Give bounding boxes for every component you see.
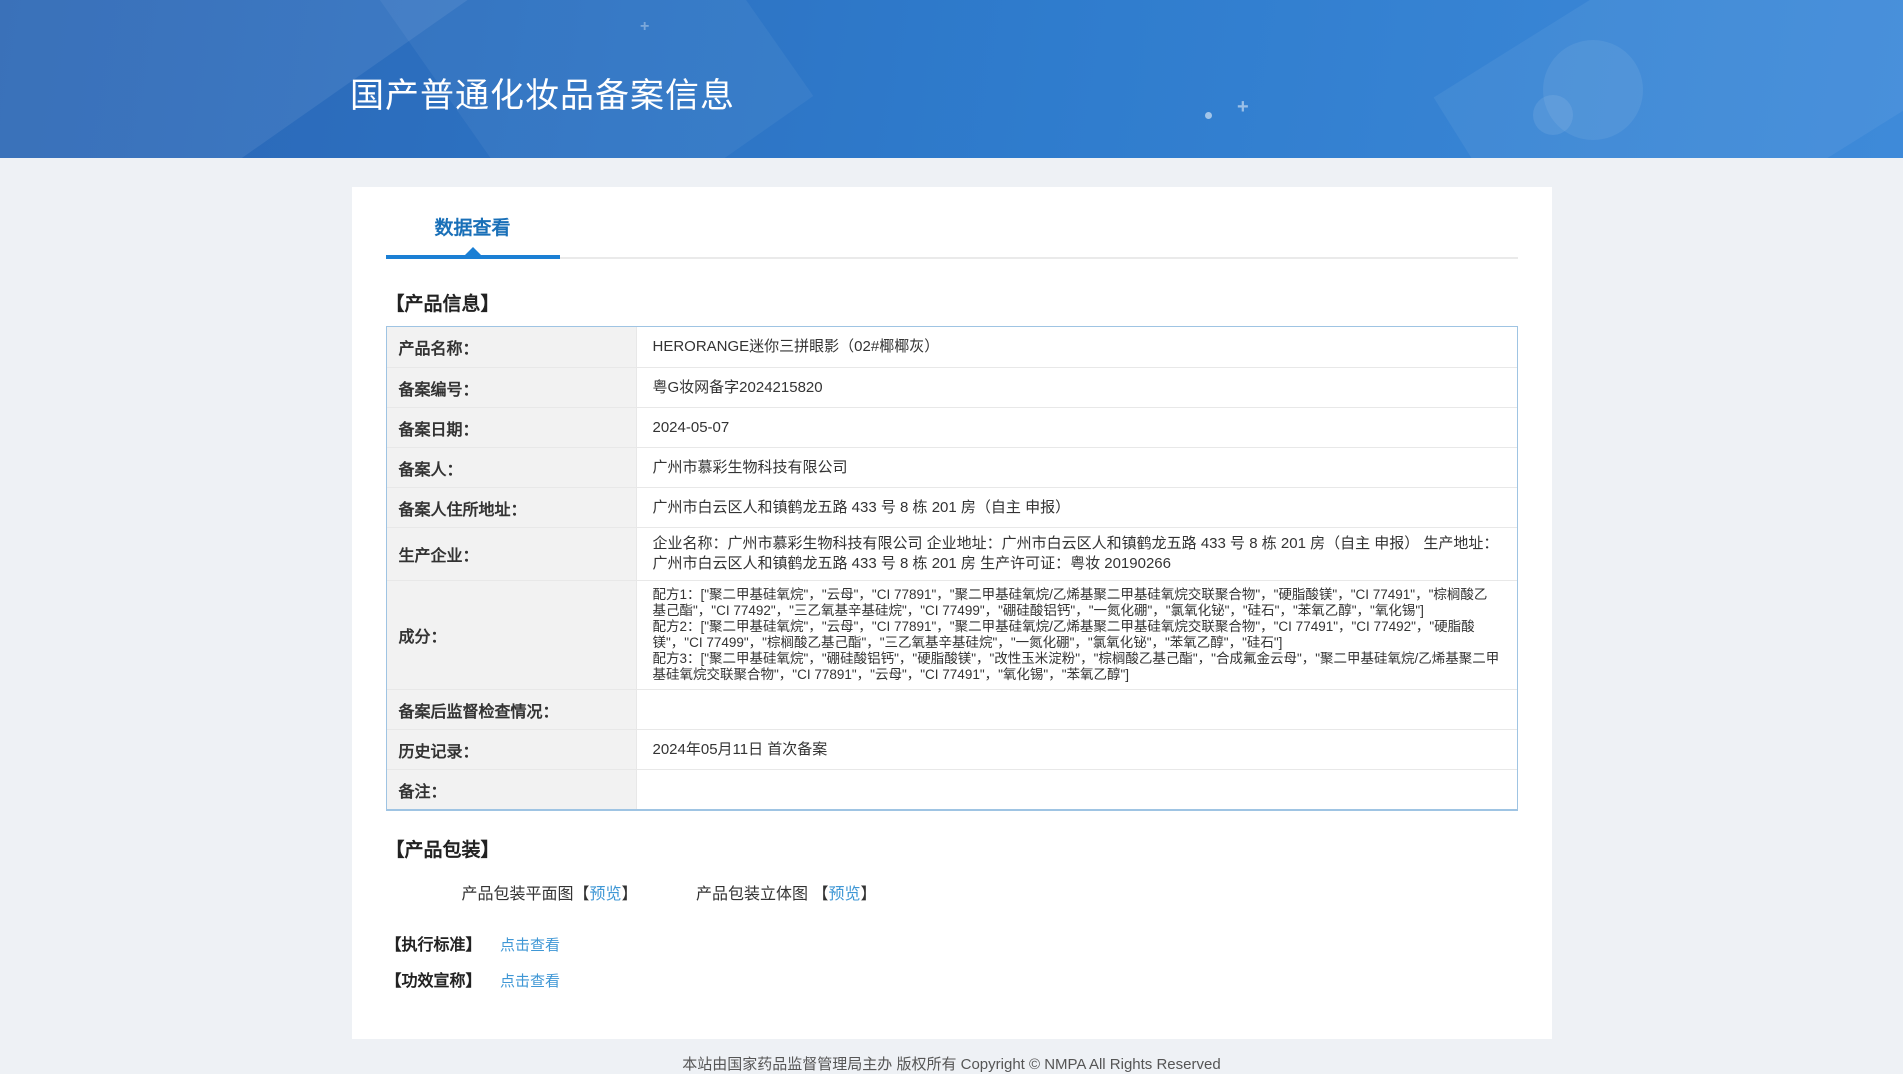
- banner-decoration: [1434, 0, 1903, 158]
- row-label: 备案编号：: [387, 368, 637, 407]
- row-value: 企业名称：广州市慕彩生物科技有限公司 企业地址：广州市白云区人和镇鹤龙五路 43…: [637, 528, 1517, 580]
- composition-formula-1: 配方1：["聚二甲基硅氧烷"，"云母"，"CI 77891"，"聚二甲基硅氧烷/…: [653, 587, 1501, 619]
- table-row: 备案后监督检查情况：: [387, 689, 1517, 729]
- tab-data-view-label: 数据查看: [434, 218, 510, 239]
- product-info-table: 产品名称： HERORANGE迷你三拼眼影（02#椰椰灰） 备案编号： 粤G妆网…: [386, 326, 1518, 811]
- table-row: 备案人住所地址： 广州市白云区人和镇鹤龙五路 433 号 8 栋 201 房（自…: [387, 487, 1517, 527]
- package-stereo-group: 产品包装立体图 【预览】: [696, 886, 876, 903]
- package-stereo-label: 产品包装立体图 【: [696, 886, 828, 903]
- efficacy-claim-label: 【功效宣称】: [386, 973, 482, 990]
- bracket-close: 】: [622, 886, 638, 903]
- package-flat-label: 产品包装平面图【: [462, 886, 590, 903]
- row-label: 产品名称：: [387, 327, 637, 367]
- table-row: 备注：: [387, 769, 1517, 809]
- page-title: 国产普通化妆品备案信息: [350, 68, 735, 117]
- row-label: 备案后监督检查情况：: [387, 690, 637, 729]
- table-row: 备案日期： 2024-05-07: [387, 407, 1517, 447]
- package-links-line: 产品包装平面图【预览】 产品包装立体图 【预览】: [462, 880, 1518, 904]
- row-value: 2024年05月11日 首次备案: [637, 730, 1517, 769]
- package-stereo-preview-link[interactable]: 预览: [828, 886, 860, 903]
- row-value: 配方1：["聚二甲基硅氧烷"，"云母"，"CI 77891"，"聚二甲基硅氧烷/…: [637, 581, 1517, 689]
- banner-decoration: [1533, 95, 1573, 135]
- package-flat-group: 产品包装平面图【预览】: [462, 886, 638, 903]
- exec-standard-label: 【执行标准】: [386, 937, 482, 954]
- efficacy-claim-view-link[interactable]: 点击查看: [500, 973, 560, 990]
- row-label: 历史记录：: [387, 730, 637, 769]
- table-row: 备案编号： 粤G妆网备字2024215820: [387, 367, 1517, 407]
- tab-data-view[interactable]: 数据查看: [386, 213, 560, 259]
- row-value: 2024-05-07: [637, 408, 1517, 447]
- section-title-product-info: 【产品信息】: [386, 289, 1518, 316]
- efficacy-claim-line: 【功效宣称】 点击查看: [386, 967, 1518, 991]
- banner-decoration: [1205, 112, 1212, 119]
- table-row: 生产企业： 企业名称：广州市慕彩生物科技有限公司 企业地址：广州市白云区人和镇鹤…: [387, 527, 1517, 580]
- row-value: 广州市慕彩生物科技有限公司: [637, 448, 1517, 487]
- table-row: 产品名称： HERORANGE迷你三拼眼影（02#椰椰灰）: [387, 327, 1517, 367]
- content-card: 数据查看 【产品信息】 产品名称： HERORANGE迷你三拼眼影（02#椰椰灰…: [352, 187, 1552, 1039]
- row-value: [637, 770, 1517, 809]
- composition-formula-2: 配方2：["聚二甲基硅氧烷"，"云母"，"CI 77891"，"聚二甲基硅氧烷/…: [653, 619, 1501, 651]
- banner-decoration: +: [1237, 96, 1249, 119]
- row-label: 备注：: [387, 770, 637, 809]
- row-label: 备案人：: [387, 448, 637, 487]
- footer-copyright: 本站由国家药品监督管理局主办 版权所有 Copyright © NMPA All…: [0, 1053, 1903, 1074]
- row-label: 生产企业：: [387, 528, 637, 580]
- bracket-close: 】: [860, 886, 876, 903]
- row-label: 备案人住所地址：: [387, 488, 637, 527]
- table-row: 备案人： 广州市慕彩生物科技有限公司: [387, 447, 1517, 487]
- row-value: 粤G妆网备字2024215820: [637, 368, 1517, 407]
- table-row: 成分： 配方1：["聚二甲基硅氧烷"，"云母"，"CI 77891"，"聚二甲基…: [387, 580, 1517, 689]
- tab-active-arrow-icon: [465, 247, 481, 255]
- page-banner: + + 国产普通化妆品备案信息: [0, 0, 1903, 158]
- composition-formula-3: 配方3：["聚二甲基硅氧烷"，"硼硅酸铝钙"，"硬脂酸镁"，"改性玉米淀粉"，"…: [653, 651, 1501, 683]
- banner-decoration: +: [640, 18, 649, 36]
- package-flat-preview-link[interactable]: 预览: [590, 886, 622, 903]
- table-row: 历史记录： 2024年05月11日 首次备案: [387, 729, 1517, 769]
- row-value: 广州市白云区人和镇鹤龙五路 433 号 8 栋 201 房（自主 申报）: [637, 488, 1517, 527]
- row-label: 备案日期：: [387, 408, 637, 447]
- row-label: 成分：: [387, 581, 637, 689]
- row-value: HERORANGE迷你三拼眼影（02#椰椰灰）: [637, 327, 1517, 367]
- section-title-product-package: 【产品包装】: [386, 835, 1518, 862]
- exec-standard-view-link[interactable]: 点击查看: [500, 937, 560, 954]
- row-value: [637, 690, 1517, 729]
- exec-standard-line: 【执行标准】 点击查看: [386, 931, 1518, 955]
- tab-bar: 数据查看: [386, 213, 1518, 259]
